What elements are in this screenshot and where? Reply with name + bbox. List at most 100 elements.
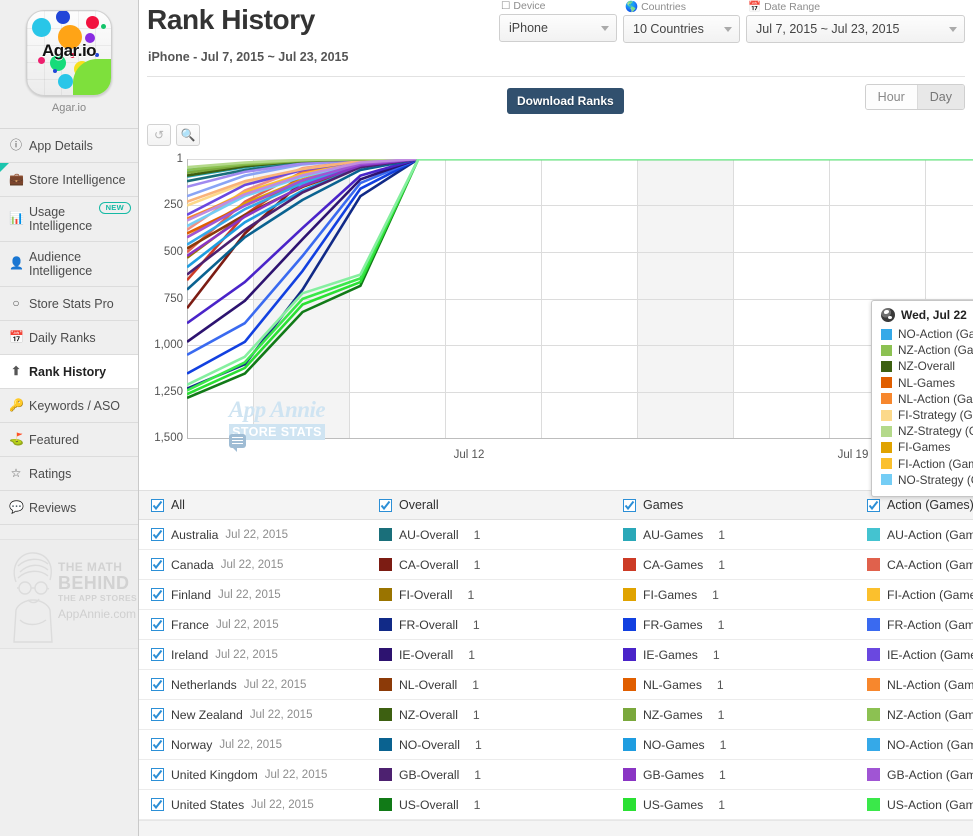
table-cell-category[interactable]: FR-Action (Games)1 bbox=[867, 618, 973, 632]
device-select[interactable]: iPhone bbox=[499, 14, 617, 42]
table-cell-category[interactable]: FR-Overall 1 bbox=[379, 618, 623, 632]
series-color-swatch bbox=[867, 798, 880, 811]
sidebar-item-store-intelligence[interactable]: 💼 Store Intelligence bbox=[0, 163, 138, 197]
sidebar-item-daily-ranks[interactable]: 📅 Daily Ranks bbox=[0, 321, 138, 355]
table-cell-category[interactable]: IE-Overall 1 bbox=[379, 648, 623, 662]
table-cell-category[interactable]: US-Overall 1 bbox=[379, 798, 623, 812]
checkbox-country[interactable] bbox=[151, 528, 164, 541]
table-cell-category[interactable]: NZ-Action (Games)1 bbox=[867, 708, 973, 722]
checkbox-country[interactable] bbox=[151, 648, 164, 661]
star-icon: ☆ bbox=[10, 465, 22, 480]
series-label: NZ-Overall bbox=[399, 707, 458, 722]
table-cell-category[interactable]: CA-Action (Games)1 bbox=[867, 558, 973, 572]
table-cell-country[interactable]: Finland Jul 22, 2015 bbox=[139, 588, 379, 602]
table-cell-category[interactable]: NL-Overall 1 bbox=[379, 678, 623, 692]
table-cell-category[interactable]: AU-Action (Games)1 bbox=[867, 528, 973, 542]
granularity-option-day[interactable]: Day bbox=[916, 85, 964, 109]
sidebar-item-featured[interactable]: ⛳ Featured bbox=[0, 423, 138, 457]
sidebar-item-ratings[interactable]: ☆ Ratings bbox=[0, 457, 138, 491]
checkbox-country[interactable] bbox=[151, 618, 164, 631]
sidebar-item-keywords-aso[interactable]: 🔑 Keywords / ASO bbox=[0, 389, 138, 423]
table-cell-category[interactable]: AU-Games 1 bbox=[623, 528, 867, 542]
table-cell-category[interactable]: GB-Games 1 bbox=[623, 768, 867, 782]
checkbox-overall[interactable] bbox=[379, 498, 392, 512]
checkbox-country[interactable] bbox=[151, 558, 164, 571]
table-row[interactable]: United States Jul 22, 2015 US-Overall 1 US-G… bbox=[139, 790, 973, 820]
table-cell-category[interactable]: FR-Games 1 bbox=[623, 618, 867, 632]
checkbox-games[interactable] bbox=[623, 498, 636, 512]
table-row[interactable]: United Kingdom Jul 22, 2015 GB-Overall 1 GB-… bbox=[139, 760, 973, 790]
table-row[interactable]: New Zealand Jul 22, 2015 NZ-Overall 1 NZ-Gam… bbox=[139, 700, 973, 730]
sidebar-item-audience-intelligence[interactable]: 👤 Audience Intelligence bbox=[0, 242, 138, 287]
table-cell-category[interactable]: AU-Overall 1 bbox=[379, 528, 623, 542]
table-cell-category[interactable]: US-Action (Games)1 bbox=[867, 798, 973, 812]
table-cell-country[interactable]: Norway Jul 22, 2015 bbox=[139, 738, 379, 752]
table-cell-category[interactable]: NZ-Overall 1 bbox=[379, 708, 623, 722]
tooltip-series-name: NZ-Action (Games) bbox=[898, 343, 973, 358]
granularity-option-hour[interactable]: Hour bbox=[865, 85, 917, 109]
sidebar-item-store-stats-pro[interactable]: ○ Store Stats Pro bbox=[0, 287, 138, 321]
table-row[interactable]: Canada Jul 22, 2015 CA-Overall 1 CA-Games 1 CA… bbox=[139, 550, 973, 580]
table-cell-category[interactable]: FI-Overall 1 bbox=[379, 588, 623, 602]
series-label: NZ-Action (Games) bbox=[887, 707, 973, 722]
sidebar-item-reviews[interactable]: 💬 Reviews bbox=[0, 491, 138, 525]
date-range-select[interactable]: Jul 7, 2015 ~ Jul 23, 2015 bbox=[746, 15, 965, 43]
table-row[interactable]: Finland Jul 22, 2015 FI-Overall 1 FI-Games 1 F… bbox=[139, 580, 973, 610]
chart-note-icon[interactable] bbox=[229, 434, 246, 452]
country-name: New Zealand bbox=[171, 707, 243, 722]
checkbox-action[interactable] bbox=[867, 498, 880, 512]
table-cell-category[interactable]: NO-Action (Games)1 bbox=[867, 738, 973, 752]
table-row[interactable]: Ireland Jul 22, 2015 IE-Overall 1 IE-Games 1 I… bbox=[139, 640, 973, 670]
table-header-action[interactable]: Action (Games) bbox=[867, 498, 973, 512]
table-header-overall[interactable]: Overall bbox=[379, 498, 623, 512]
series-label: IE-Action (Games) bbox=[887, 647, 973, 662]
table-cell-category[interactable]: GB-Action (Games)1 bbox=[867, 768, 973, 782]
table-cell-category[interactable]: NZ-Games 1 bbox=[623, 708, 867, 722]
series-label: AU-Action (Games) bbox=[887, 527, 973, 542]
table-header-all[interactable]: All bbox=[139, 498, 379, 512]
sidebar-item-usage-intelligence[interactable]: NEW 📊 Usage Intelligence bbox=[0, 197, 138, 242]
download-ranks-button[interactable]: Download Ranks bbox=[507, 88, 624, 114]
checkbox-country[interactable] bbox=[151, 708, 164, 721]
table-row[interactable]: Norway Jul 22, 2015 NO-Overall 1 NO-Games 1 NO… bbox=[139, 730, 973, 760]
table-cell-country[interactable]: United States Jul 22, 2015 bbox=[139, 798, 379, 812]
series-color-swatch bbox=[623, 618, 636, 631]
checkbox-country[interactable] bbox=[151, 798, 164, 811]
table-cell-category[interactable]: IE-Games 1 bbox=[623, 648, 867, 662]
series-rank-value: 1 bbox=[473, 557, 481, 572]
table-row[interactable]: Netherlands Jul 22, 2015 NL-Overall 1 NL-Gam… bbox=[139, 670, 973, 700]
checkbox-country[interactable] bbox=[151, 588, 164, 601]
table-cell-country[interactable]: Canada Jul 22, 2015 bbox=[139, 558, 379, 572]
sidebar-item-app-details[interactable]: ⓘ App Details bbox=[0, 129, 138, 163]
table-cell-category[interactable]: IE-Action (Games)1 bbox=[867, 648, 973, 662]
table-cell-category[interactable]: FI-Action (Games)1 bbox=[867, 588, 973, 602]
checkbox-country[interactable] bbox=[151, 738, 164, 751]
table-cell-category[interactable]: CA-Games 1 bbox=[623, 558, 867, 572]
checkbox-country[interactable] bbox=[151, 678, 164, 691]
table-cell-category[interactable]: NL-Action (Games)1 bbox=[867, 678, 973, 692]
table-cell-category[interactable]: GB-Overall 1 bbox=[379, 768, 623, 782]
zoom-in-icon[interactable]: 🔍 bbox=[176, 124, 200, 146]
table-header-games[interactable]: Games bbox=[623, 498, 867, 512]
table-row[interactable]: France Jul 22, 2015 FR-Overall 1 FR-Games 1 FR… bbox=[139, 610, 973, 640]
table-cell-country[interactable]: Netherlands Jul 22, 2015 bbox=[139, 678, 379, 692]
checkbox-all[interactable] bbox=[151, 498, 164, 512]
table-cell-country[interactable]: Ireland Jul 22, 2015 bbox=[139, 648, 379, 662]
sidebar-item-rank-history[interactable]: ⬆ Rank History bbox=[0, 355, 138, 389]
table-cell-country[interactable]: United Kingdom Jul 22, 2015 bbox=[139, 768, 379, 782]
table-cell-category[interactable]: US-Games 1 bbox=[623, 798, 867, 812]
table-cell-category[interactable]: NO-Overall 1 bbox=[379, 738, 623, 752]
table-cell-category[interactable]: NO-Games 1 bbox=[623, 738, 867, 752]
tooltip-row-list: NO-Action (Games)1NZ-Action (Games)1NZ-O… bbox=[881, 326, 973, 488]
country-name: Norway bbox=[171, 737, 213, 752]
table-cell-country[interactable]: New Zealand Jul 22, 2015 bbox=[139, 708, 379, 722]
table-cell-category[interactable]: CA-Overall 1 bbox=[379, 558, 623, 572]
table-cell-category[interactable]: FI-Games 1 bbox=[623, 588, 867, 602]
table-cell-category[interactable]: NL-Games 1 bbox=[623, 678, 867, 692]
countries-select[interactable]: 10 Countries bbox=[623, 15, 740, 43]
checkbox-country[interactable] bbox=[151, 768, 164, 781]
table-cell-country[interactable]: France Jul 22, 2015 bbox=[139, 618, 379, 632]
reset-icon[interactable]: ↺ bbox=[147, 124, 171, 146]
table-cell-country[interactable]: Australia Jul 22, 2015 bbox=[139, 528, 379, 542]
table-row[interactable]: Australia Jul 22, 2015 AU-Overall 1 AU-Games… bbox=[139, 520, 973, 550]
